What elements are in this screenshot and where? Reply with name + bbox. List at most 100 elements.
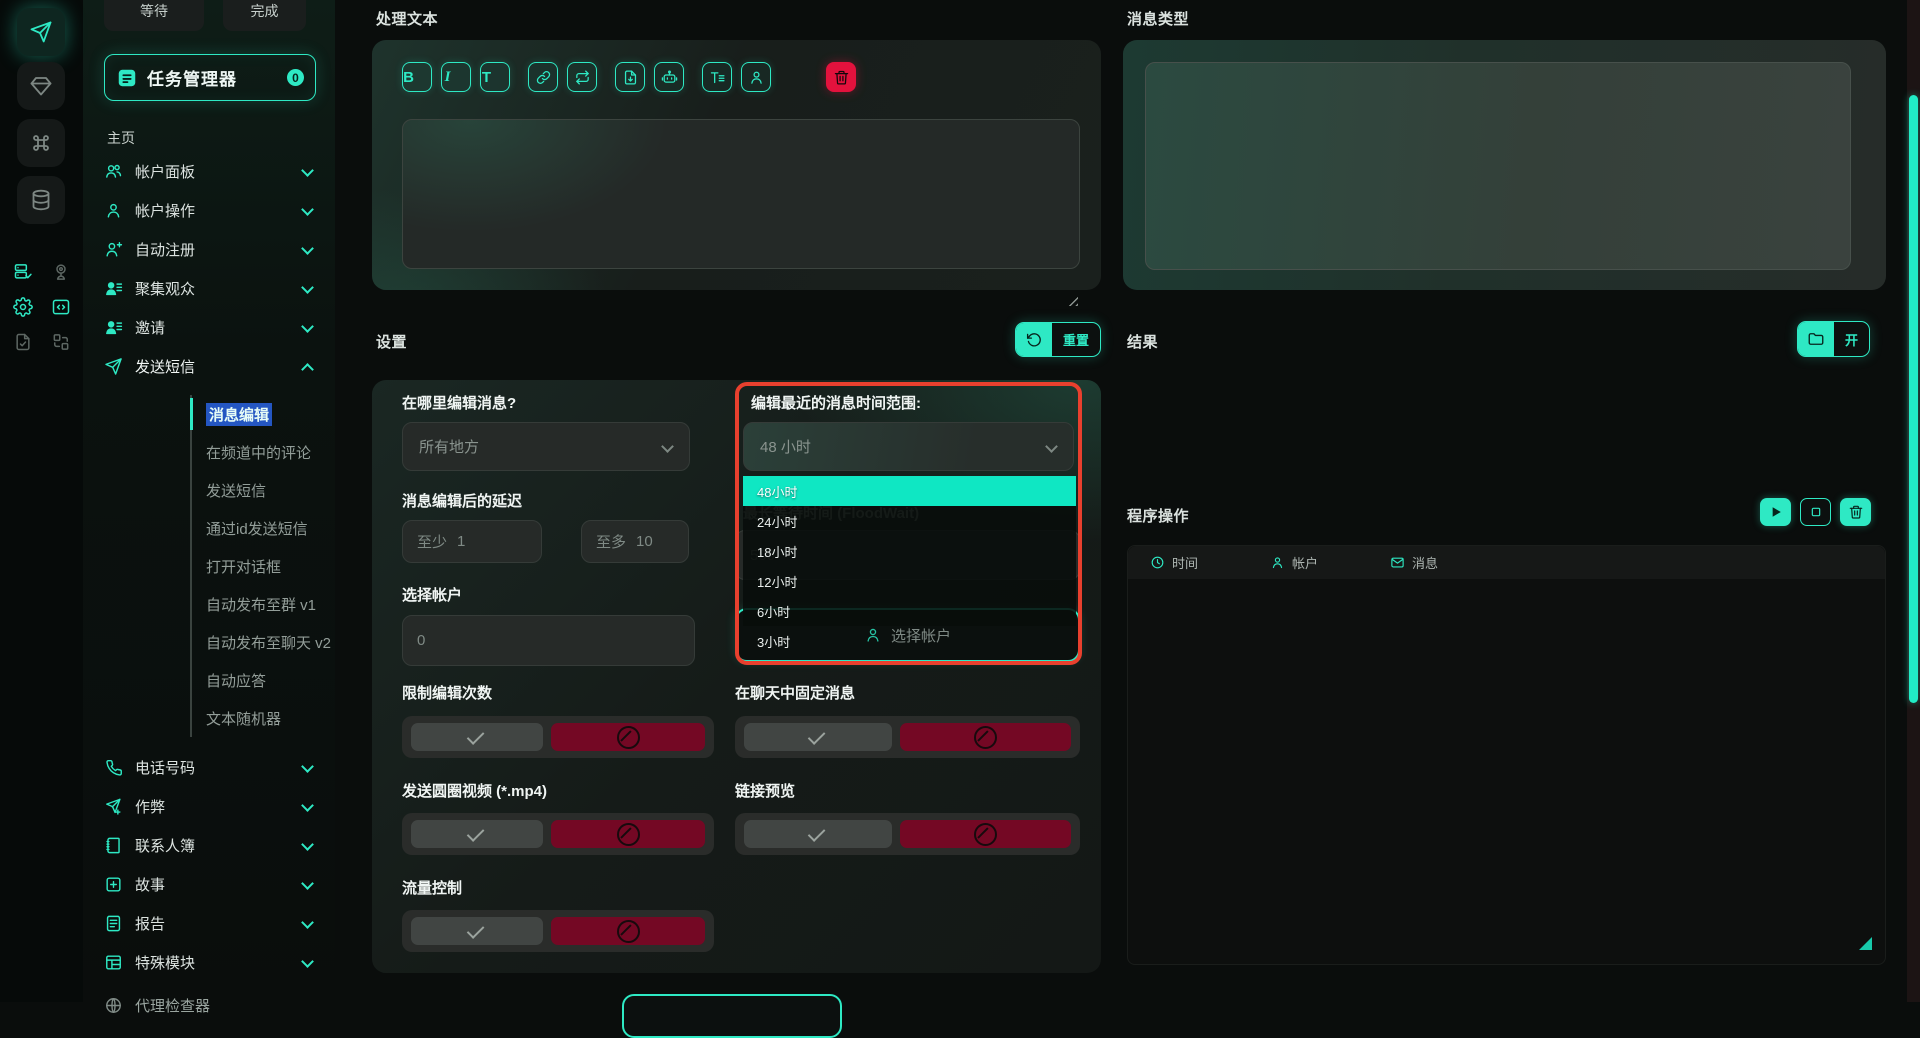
- link-preview-label: 链接预览: [735, 780, 795, 801]
- sidebar-item[interactable]: 故事: [83, 865, 335, 904]
- deny-button[interactable]: [551, 723, 705, 751]
- submenu-item[interactable]: 自动发布至群 v1: [192, 585, 331, 623]
- link-icon: [535, 69, 552, 86]
- max-delay-input[interactable]: 至多 10: [581, 520, 689, 563]
- rail-premium-button[interactable]: [17, 62, 65, 110]
- tab-done[interactable]: 完成: [223, 0, 306, 31]
- min-delay-input[interactable]: 至少 1: [402, 520, 542, 563]
- resize-handle[interactable]: [1859, 937, 1872, 950]
- user-rows-icon: [104, 318, 123, 337]
- document-check-icon[interactable]: [13, 332, 33, 352]
- chevron-down-icon: [302, 322, 313, 333]
- globe-icon: [104, 996, 123, 1015]
- sidebar-item-label: 特殊模块: [135, 952, 195, 973]
- sidebar-item[interactable]: 作弊: [83, 787, 335, 826]
- sidebar-item-home[interactable]: 主页: [107, 128, 135, 148]
- time-range-select[interactable]: 48 小时: [743, 422, 1074, 471]
- dropdown-option[interactable]: 3小时: [743, 626, 1076, 656]
- deny-button[interactable]: [551, 917, 705, 945]
- clear-log-button[interactable]: [1840, 498, 1871, 526]
- allow-button[interactable]: [744, 723, 892, 751]
- dropdown-option[interactable]: 18小时: [743, 536, 1076, 566]
- rail-command-button[interactable]: [17, 119, 65, 167]
- column-time: 时间: [1150, 553, 1198, 572]
- link-button[interactable]: [528, 62, 558, 92]
- reset-settings-button[interactable]: 重置: [1015, 322, 1101, 357]
- allow-button[interactable]: [411, 723, 543, 751]
- submenu-item[interactable]: 自动发布至聊天 v2: [192, 623, 331, 661]
- account-count-input[interactable]: 0: [402, 615, 695, 666]
- sidebar-item-label: 聚集观众: [135, 278, 195, 299]
- play-icon: [1768, 504, 1784, 520]
- process-text-input[interactable]: [402, 119, 1080, 269]
- allow-button[interactable]: [411, 820, 543, 848]
- sidebar-item[interactable]: 帐户面板: [83, 152, 335, 191]
- stop-button[interactable]: [1800, 498, 1831, 526]
- sidebar-item[interactable]: 自动注册: [83, 230, 335, 269]
- ban-icon: [974, 726, 997, 749]
- server-check-icon[interactable]: [13, 262, 33, 282]
- message-type-box[interactable]: [1145, 62, 1851, 270]
- robot-button[interactable]: [654, 62, 684, 92]
- dropdown-option[interactable]: 48小时: [743, 476, 1076, 506]
- gem-icon: [29, 74, 53, 98]
- where-select[interactable]: 所有地方: [402, 422, 690, 471]
- sidebar-item[interactable]: 发送短信: [83, 347, 335, 386]
- italic-button[interactable]: I: [441, 62, 471, 92]
- sidebar-item-proxy[interactable]: 代理检查器: [104, 995, 210, 1016]
- submenu-item[interactable]: 文本随机器: [192, 699, 331, 737]
- bottom-action-button[interactable]: [622, 994, 842, 1038]
- delete-text-button[interactable]: [826, 62, 856, 92]
- text-format-button[interactable]: [702, 62, 732, 92]
- open-result-button[interactable]: 开: [1797, 321, 1870, 357]
- dropdown-option[interactable]: 24小时: [743, 506, 1076, 536]
- rail-app-logo-button[interactable]: [17, 8, 65, 56]
- open-label: 开: [1834, 322, 1869, 356]
- submenu-item[interactable]: 消息编辑: [192, 395, 331, 433]
- dropdown-option[interactable]: 12小时: [743, 566, 1076, 596]
- submenu-item[interactable]: 通过id发送短信: [192, 509, 331, 547]
- dropdown-option[interactable]: 6小时: [743, 596, 1076, 626]
- sidebar-nav-bottom: 电话号码 作弊 联系人簿 故事 报告 特殊模块: [83, 748, 335, 982]
- submenu-item[interactable]: 自动应答: [192, 661, 331, 699]
- deny-button[interactable]: [551, 820, 705, 848]
- submenu-item[interactable]: 发送短信: [192, 471, 331, 509]
- deny-button[interactable]: [900, 820, 1071, 848]
- folder-icon: [1807, 330, 1825, 348]
- message-type-card: [1123, 40, 1886, 290]
- settings-title: 设置: [376, 331, 407, 352]
- user-camera-icon[interactable]: [51, 262, 71, 282]
- repeat-button[interactable]: [567, 62, 597, 92]
- resize-grip-icon[interactable]: [1067, 295, 1078, 306]
- sidebar-item[interactable]: 聚集观众: [83, 269, 335, 308]
- file-insert-button[interactable]: [615, 62, 645, 92]
- format-toolbar: B I T: [402, 62, 771, 92]
- start-button[interactable]: [1760, 498, 1791, 526]
- chevron-down-icon: [302, 361, 313, 372]
- bold-button[interactable]: B: [402, 62, 432, 92]
- task-manager-button[interactable]: 任务管理器 0: [104, 54, 316, 101]
- gear-icon[interactable]: [13, 297, 33, 317]
- sidebar-item[interactable]: 帐户操作: [83, 191, 335, 230]
- allow-button[interactable]: [744, 820, 892, 848]
- sidebar-item-label: 作弊: [135, 796, 165, 817]
- phone-icon: [104, 758, 123, 777]
- deny-button[interactable]: [900, 723, 1071, 751]
- submenu-item[interactable]: 打开对话框: [192, 547, 331, 585]
- title-button[interactable]: T: [480, 62, 510, 92]
- allow-button[interactable]: [411, 917, 543, 945]
- sidebar-item[interactable]: 报告: [83, 904, 335, 943]
- scrollbar-thumb[interactable]: [1909, 95, 1918, 703]
- sidebar-item[interactable]: 电话号码: [83, 748, 335, 787]
- sidebar-item[interactable]: 邀请: [83, 308, 335, 347]
- submenu-item[interactable]: 在频道中的评论: [192, 433, 331, 471]
- tab-waiting[interactable]: 等待: [104, 0, 204, 31]
- sidebar-item[interactable]: 联系人簿: [83, 826, 335, 865]
- swap-icon[interactable]: [51, 332, 71, 352]
- rail-database-button[interactable]: [17, 176, 65, 224]
- scrollbar-track[interactable]: [1907, 0, 1920, 1002]
- sidebar-item[interactable]: 特殊模块: [83, 943, 335, 982]
- user-insert-button[interactable]: [741, 62, 771, 92]
- code-window-icon[interactable]: [51, 297, 71, 317]
- program-ops-title: 程序操作: [1127, 505, 1189, 526]
